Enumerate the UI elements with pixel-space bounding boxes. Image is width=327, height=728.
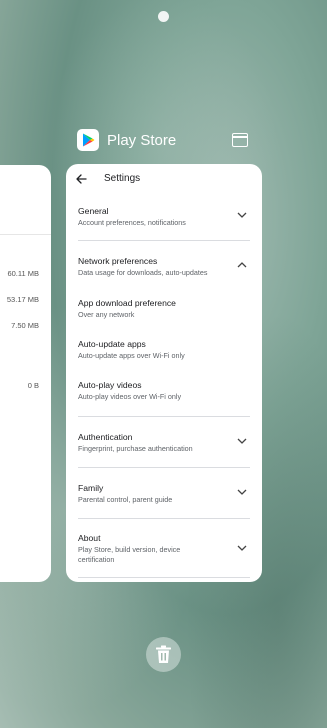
divider [78,416,250,417]
item-subtitle: Over any network [78,310,135,319]
settings-item-general[interactable]: General Account preferences, notificatio… [78,206,250,228]
item-title: About [78,533,101,543]
item-subtitle: Auto-play videos over Wi-Fi only [78,392,182,401]
divider [78,518,250,519]
front-camera [158,11,169,22]
app-name: Play Store [107,132,177,149]
settings-item-family[interactable]: Family Parental control, parent guide [78,483,250,505]
trash-icon [156,645,171,663]
item-subtitle: Account preferences, notifications [78,218,186,227]
storage-size-2: 53.17 MB [6,295,39,304]
settings-item-auto-play-videos[interactable]: Auto-play videos Auto-play videos over W… [78,380,250,402]
item-title: Network preferences [78,256,158,266]
item-subtitle: Parental control, parent guide [78,495,173,504]
google-play-icon [77,129,99,151]
item-title: Auto-play videos [78,380,142,390]
chevron-down-icon [237,489,247,495]
clear-all-button[interactable] [146,637,181,672]
item-title: General [78,206,109,216]
settings-item-auto-update-apps[interactable]: Auto-update apps Auto-update apps over W… [78,339,250,361]
item-subtitle: Data usage for downloads, auto-updates [78,268,208,277]
chevron-down-icon [237,438,247,444]
item-subtitle: Auto-update apps over Wi-Fi only [78,351,185,360]
arrow-left-icon[interactable] [75,173,87,185]
divider [0,234,51,235]
chevron-down-icon [237,212,247,218]
item-subtitle: Play Store, build version, device certif… [78,545,181,564]
chevron-down-icon [237,545,247,551]
storage-size-1: 60.11 MB [7,269,39,278]
settings-item-network-preferences[interactable]: Network preferences Data usage for downl… [78,256,250,278]
item-title: App download preference [78,298,176,308]
chevron-up-icon [237,262,247,268]
item-title: Auto-update apps [78,339,146,349]
divider [78,577,250,578]
item-title: Authentication [78,432,133,442]
page-title: Settings [104,173,141,184]
recent-app-card-play-store[interactable]: Settings General Account preferences, no… [66,164,262,582]
settings-item-app-download-preference[interactable]: App download preference Over any network [78,298,250,320]
recent-app-header[interactable]: Play Store [77,129,249,153]
settings-item-authentication[interactable]: Authentication Fingerprint, purchase aut… [78,432,250,454]
storage-size-3: 7.50 MB [11,321,39,330]
recent-app-card-left[interactable]: 60.11 MB 53.17 MB 7.50 MB 0 B [0,165,51,582]
split-window-icon[interactable] [232,133,248,147]
item-subtitle: Fingerprint, purchase authentication [78,444,193,453]
item-title: Family [78,483,104,493]
settings-topbar: Settings [66,164,262,196]
storage-size-4: 0 B [27,381,39,390]
divider [78,240,250,241]
divider [78,467,250,468]
settings-item-about[interactable]: About Play Store, build version, device … [78,533,250,565]
